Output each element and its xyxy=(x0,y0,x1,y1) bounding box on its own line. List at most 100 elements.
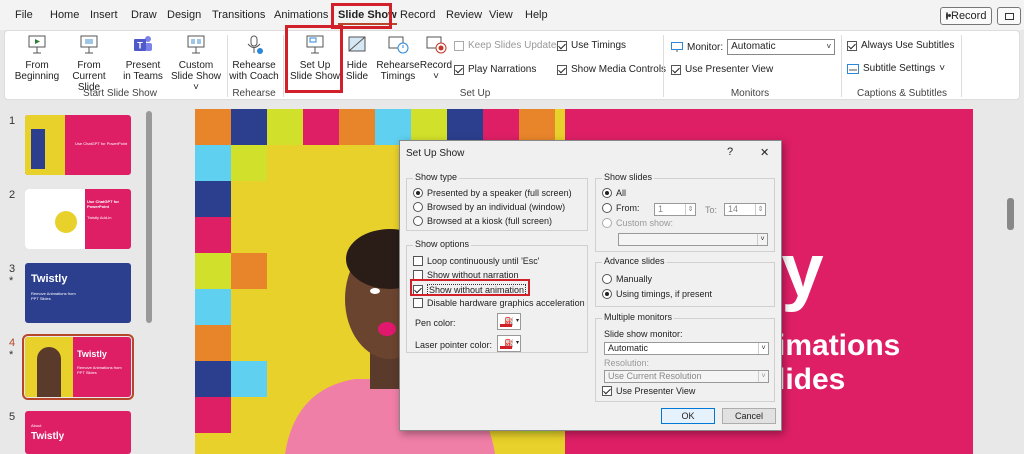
using-timings-radio[interactable]: Using timings, if present xyxy=(602,289,712,299)
browsed-by-individual-radio[interactable]: Browsed by an individual (window) xyxy=(413,202,565,212)
slide-thumbnail-1[interactable]: Use ChatGPT for PowerPoint xyxy=(25,115,131,175)
resolution-dropdown[interactable]: Use Current Resolution ˅ xyxy=(604,370,769,383)
thumb-title: Twistly xyxy=(31,431,65,442)
from-beginning-icon xyxy=(28,35,46,54)
tab-record[interactable]: Record xyxy=(400,9,435,21)
share-button[interactable] xyxy=(997,7,1021,25)
show-without-animation-highlight xyxy=(410,279,530,296)
to-slide-spinner[interactable]: 14 ⇕ xyxy=(724,203,766,216)
thumb-subtitle: Twistly Add-in xyxy=(87,215,112,220)
rehearse-with-coach-label: Rehearse with Coach xyxy=(229,60,279,82)
from-beginning-button[interactable]: From Beginning xyxy=(13,33,61,82)
all-slides-radio[interactable]: All xyxy=(602,188,626,198)
keep-slides-updated-label: Keep Slides Updated xyxy=(468,40,562,51)
teams-icon: T xyxy=(134,36,152,51)
slide-thumbnail-3[interactable]: Twistly Remove Animations from PPT Slide… xyxy=(25,263,131,323)
disable-hardware-acceleration-checkbox[interactable]: Disable hardware graphics acceleration xyxy=(413,298,585,308)
custom-show-dropdown[interactable]: ˅ xyxy=(618,233,768,246)
rehearse-with-coach-button[interactable]: Rehearse with Coach xyxy=(229,33,279,82)
slide-scrollbar[interactable] xyxy=(1007,198,1014,230)
mosaic-square xyxy=(339,109,375,145)
ribbon-separator xyxy=(227,35,228,97)
tab-insert[interactable]: Insert xyxy=(90,9,118,21)
tab-review[interactable]: Review xyxy=(446,9,482,21)
tab-help[interactable]: Help xyxy=(525,9,548,21)
tab-transitions[interactable]: Transitions xyxy=(212,9,265,21)
tab-design[interactable]: Design xyxy=(167,9,201,21)
tab-animations[interactable]: Animations xyxy=(274,9,328,21)
slide-thumbnail-4-selected[interactable]: Twistly Remove Animations from PPT Slide… xyxy=(22,334,134,400)
checkbox-label: Loop continuously until 'Esc' xyxy=(427,256,540,266)
slide-number: 2 xyxy=(9,189,16,201)
thumb-person xyxy=(37,347,61,397)
thumb-subtitle: Remove Animations from PPT Slides xyxy=(77,365,122,375)
laser-color-picker[interactable]: ⛽ ▾ xyxy=(497,335,521,352)
help-icon[interactable]: ? xyxy=(727,146,733,158)
use-timings-checkbox[interactable]: Use Timings xyxy=(557,40,626,51)
loop-continuously-checkbox[interactable]: Loop continuously until 'Esc' xyxy=(413,256,540,266)
advance-manually-radio[interactable]: Manually xyxy=(602,274,652,284)
tab-draw[interactable]: Draw xyxy=(131,9,157,21)
hide-slide-button[interactable]: Hide Slide xyxy=(342,33,372,82)
from-slide-spinner[interactable]: 1 ⇕ xyxy=(654,203,696,216)
show-type-group: Show type Presented by a speaker (full s… xyxy=(406,172,588,231)
ok-button[interactable]: OK xyxy=(661,408,715,424)
from-beginning-label: From Beginning xyxy=(14,60,60,82)
presented-by-speaker-radio[interactable]: Presented by a speaker (full screen) xyxy=(413,188,572,198)
radio xyxy=(413,216,423,226)
rehearse-timings-icon xyxy=(388,36,409,54)
spinner-arrows-icon: ⇕ xyxy=(755,204,765,215)
dialog-presenter-view-checkbox[interactable]: Use Presenter View xyxy=(602,386,695,396)
use-timings-label: Use Timings xyxy=(571,40,627,51)
group-captions-subtitles: Captions & Subtitles xyxy=(856,88,948,99)
chevron-down-icon: ˅ xyxy=(757,234,767,245)
multiple-monitors-group: Multiple monitors Slide show monitor: Au… xyxy=(595,312,775,402)
present-in-teams-button[interactable]: T Present in Teams xyxy=(121,33,165,82)
tab-view[interactable]: View xyxy=(489,9,513,21)
group-set-up: Set Up xyxy=(459,88,491,99)
tab-home[interactable]: Home xyxy=(50,9,79,21)
ribbon-separator xyxy=(663,35,664,97)
mosaic-square xyxy=(231,145,267,181)
monitor-dropdown-value: Automatic xyxy=(608,343,649,353)
browsed-at-kiosk-radio[interactable]: Browsed at a kiosk (full screen) xyxy=(413,216,552,226)
svg-text:T: T xyxy=(137,41,143,51)
monitor-dropdown[interactable]: Automatic ˅ xyxy=(727,39,836,55)
subtitle-settings-button[interactable]: Subtitle Settings ˅ xyxy=(847,63,945,74)
keep-slides-updated-checkbox[interactable]: Keep Slides Updated xyxy=(454,40,562,51)
from-slide-radio[interactable]: From: xyxy=(602,203,640,213)
mosaic-square xyxy=(195,181,231,217)
tab-file[interactable]: File xyxy=(15,9,33,21)
close-icon[interactable]: ✕ xyxy=(760,146,769,159)
checkbox xyxy=(413,298,423,308)
hide-slide-icon xyxy=(348,36,366,52)
always-use-subtitles-checkbox[interactable]: Always Use Subtitles xyxy=(847,40,954,51)
chevron-down-icon: ˅ xyxy=(758,371,768,382)
custom-slide-show-button[interactable]: Custom Slide Show ˅ xyxy=(167,33,225,93)
radio xyxy=(602,289,612,299)
play-narrations-checkbox[interactable]: Play Narrations xyxy=(454,64,536,75)
rehearse-timings-label: Rehearse Timings xyxy=(376,60,420,82)
slide-show-monitor-dropdown[interactable]: Automatic ˅ xyxy=(604,342,769,355)
cancel-button[interactable]: Cancel xyxy=(722,408,776,424)
slide-number: 4 xyxy=(9,337,16,349)
slide-thumbnail-2[interactable]: Use ChatGPT for PowerPoint Twistly Add-i… xyxy=(25,189,131,249)
show-media-controls-checkbox[interactable]: Show Media Controls xyxy=(557,64,666,75)
checkbox xyxy=(557,40,567,51)
thumbnail-scrollbar[interactable] xyxy=(146,111,152,323)
record-ribbon-button[interactable]: Record ˅ xyxy=(419,33,453,82)
from-current-slide-button[interactable]: From Current Slide xyxy=(61,33,117,93)
mosaic-square xyxy=(267,109,303,145)
pen-color-picker[interactable]: ⛽ ▾ xyxy=(497,313,521,330)
rehearse-timings-button[interactable]: Rehearse Timings xyxy=(375,33,421,82)
slide-thumbnail-5[interactable]: About Twistly xyxy=(25,411,131,454)
custom-show-radio[interactable]: Custom show: xyxy=(602,218,673,228)
record-button[interactable]: Record xyxy=(940,7,992,25)
always-use-subtitles-label: Always Use Subtitles xyxy=(861,40,955,51)
show-options-group: Show options Loop continuously until 'Es… xyxy=(406,239,588,353)
play-narrations-label: Play Narrations xyxy=(468,64,537,75)
slide-show-monitor-label: Slide show monitor: xyxy=(604,329,683,339)
thumb-title: Twistly xyxy=(31,273,68,285)
use-presenter-view-checkbox[interactable]: Use Presenter View xyxy=(671,64,773,75)
show-options-legend: Show options xyxy=(413,239,472,249)
